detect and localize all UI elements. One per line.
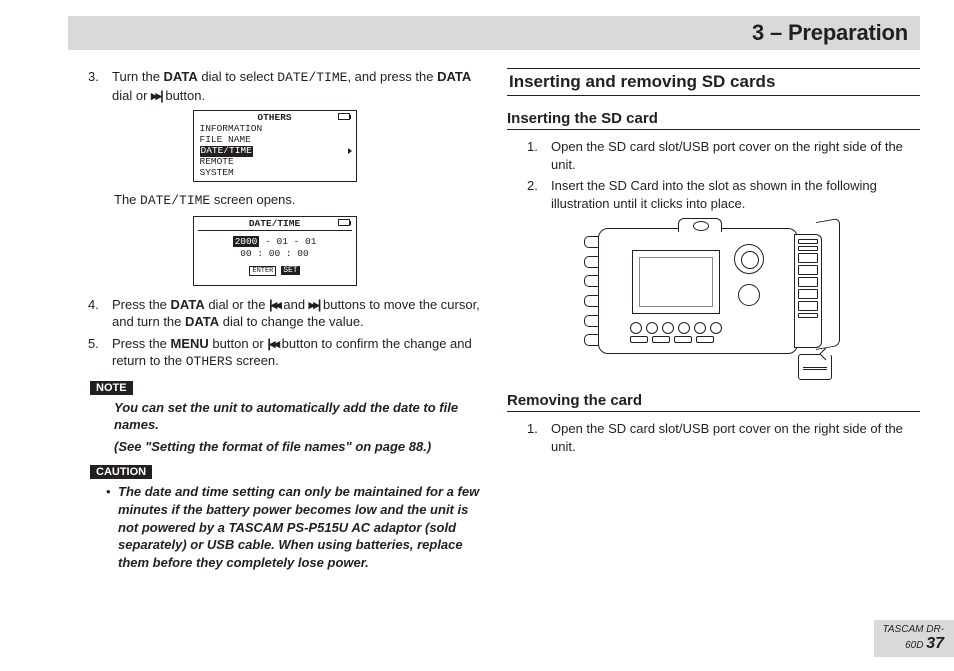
lcd-others-menu: OTHERS INFORMATION FILE NAME DATE/TIME R… — [193, 110, 357, 182]
chapter-header: 3 – Preparation — [68, 16, 920, 50]
insert-step-2: 2. Insert the SD Card into the slot as s… — [507, 177, 920, 212]
dial-icon — [734, 244, 764, 274]
rewind-icon: |◂◂ — [267, 336, 278, 351]
triangle-right-icon — [348, 148, 352, 154]
sd-card-icon — [798, 354, 832, 380]
subsection-heading: Removing the card — [507, 392, 920, 412]
page-footer: TASCAM DR-60D 37 — [874, 620, 954, 657]
device-screen-icon — [632, 250, 720, 314]
cover-flap-icon — [816, 218, 840, 350]
lcd-datetime-screen: DATE/TIME 2000 - 01 - 01 00 : 00 : 00 EN… — [193, 216, 357, 286]
caution-label: CAUTION — [90, 465, 152, 479]
caution-text: • The date and time setting can only be … — [68, 483, 481, 571]
left-column: 3. Turn the DATA dial to select DATE/TIM… — [68, 68, 481, 571]
right-column: Inserting and removing SD cards Insertin… — [507, 68, 920, 571]
step-4: 4. Press the DATA dial or the |◂◂ and ▸▸… — [68, 296, 481, 331]
lcd-caption: The DATE/TIME screen opens. — [68, 192, 481, 208]
battery-icon — [338, 113, 350, 120]
dial-icon — [738, 284, 760, 306]
insert-step-1: 1. Open the SD card slot/USB port cover … — [507, 138, 920, 173]
step-3: 3. Turn the DATA dial to select DATE/TIM… — [68, 68, 481, 104]
battery-icon — [338, 219, 350, 226]
device-illustration — [584, 220, 844, 378]
shoe-mount-icon — [678, 218, 722, 232]
section-heading: Inserting and removing SD cards — [507, 68, 920, 96]
note-text: You can set the unit to automatically ad… — [68, 399, 481, 434]
rewind-icon: |◂◂ — [269, 297, 280, 312]
note-text-2: (See "Setting the format of file names" … — [68, 438, 481, 456]
subsection-heading: Inserting the SD card — [507, 110, 920, 130]
forward-icon: ▸▸| — [309, 297, 320, 312]
forward-icon: ▸▸| — [151, 88, 162, 103]
remove-step-1: 1. Open the SD card slot/USB port cover … — [507, 420, 920, 455]
chapter-title: 3 – Preparation — [752, 20, 908, 46]
step-5: 5. Press the MENU button or |◂◂ button t… — [68, 335, 481, 371]
note-label: NOTE — [90, 381, 133, 395]
